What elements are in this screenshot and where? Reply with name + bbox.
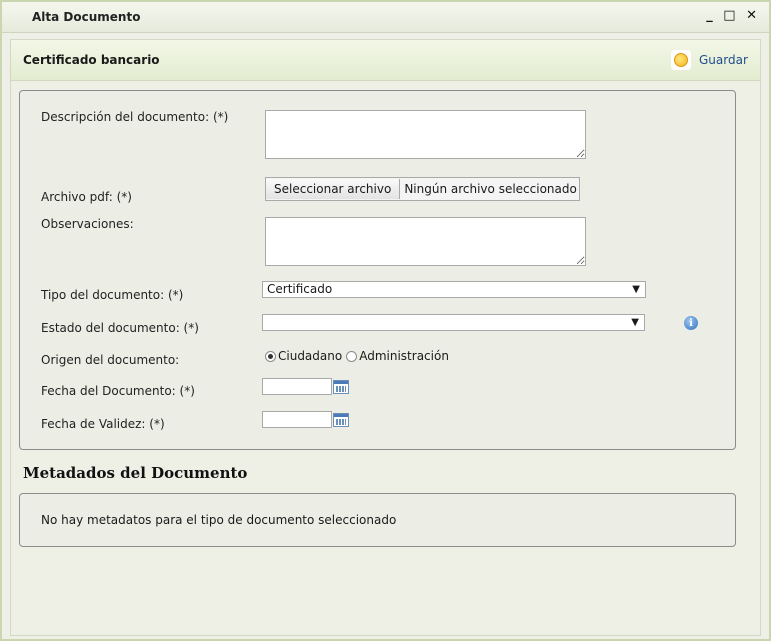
metadatos-title: Metadados del Documento [23,464,248,482]
chevron-down-icon: ▼ [631,317,639,328]
archivo-file-input[interactable]: Seleccionar archivo Ningún archivo selec… [265,177,580,201]
origen-radio-group: Ciudadano Administración [265,349,449,363]
window-title: Alta Documento [32,10,141,24]
document-form-fieldset: Descripción del documento: (*) Archivo p… [19,90,736,450]
calendar-icon[interactable] [333,412,349,427]
observaciones-textarea[interactable] [265,217,586,266]
fecha-validez-input[interactable] [262,411,332,428]
radio-ciudadano-label[interactable]: Ciudadano [278,349,342,363]
save-button-label[interactable]: Guardar [699,53,748,67]
window-controls: _ □ ✕ [704,8,759,23]
save-button[interactable]: Guardar [671,48,748,72]
radio-administracion-label[interactable]: Administración [359,349,449,363]
descripcion-textarea[interactable] [265,110,586,159]
estado-select[interactable]: ▼ [262,314,645,331]
estado-label: Estado del documento: (*) [41,321,199,335]
metadatos-box: No hay metadatos para el tipo de documen… [19,493,736,547]
fecha-validez-field [262,411,349,428]
form-toolbar: Certificado bancario Guardar [11,40,760,81]
save-disc-icon[interactable] [671,50,691,70]
radio-administracion[interactable] [346,350,358,362]
tipo-label: Tipo del documento: (*) [41,288,184,302]
fecha-documento-input[interactable] [262,378,332,395]
radio-ciudadano[interactable] [265,350,276,362]
descripcion-label: Descripción del documento: (*) [41,110,229,124]
fecha-documento-field [262,378,349,395]
archivo-label: Archivo pdf: (*) [41,190,132,204]
section-title: Certificado bancario [23,53,160,67]
fecha-documento-label: Fecha del Documento: (*) [41,384,195,398]
maximize-icon[interactable]: □ [723,8,737,23]
metadatos-message: No hay metadatos para el tipo de documen… [41,513,397,527]
tipo-selected-value: Certificado [267,282,333,296]
close-icon[interactable]: ✕ [746,8,759,23]
fecha-validez-label: Fecha de Validez: (*) [41,417,165,431]
observaciones-label: Observaciones: [41,217,134,231]
minimize-icon[interactable]: _ [706,8,715,23]
content-panel: Certificado bancario Guardar Descripción… [10,39,761,636]
window-titlebar[interactable]: Alta Documento _ □ ✕ [2,2,769,33]
info-icon[interactable]: i [684,316,698,330]
file-status-text: Ningún archivo seleccionado [404,182,577,196]
select-file-button[interactable]: Seleccionar archivo [266,179,401,199]
origen-label: Origen del documento: [41,353,180,367]
alta-documento-window: Alta Documento _ □ ✕ Certificado bancari… [0,0,771,641]
chevron-down-icon: ▼ [632,284,640,295]
calendar-icon[interactable] [333,379,349,394]
tipo-select[interactable]: Certificado ▼ [262,281,646,298]
